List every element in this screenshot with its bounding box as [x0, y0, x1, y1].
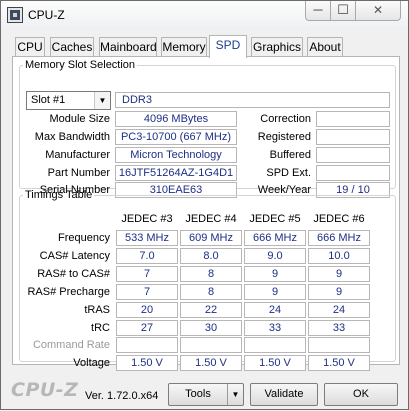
timing-cell: 1.50 V — [244, 355, 306, 372]
timing-cell: 609 MHz — [180, 230, 242, 246]
column-header-jedec-3: JEDEC #3 — [121, 213, 173, 225]
timing-row-label: tRAS — [84, 303, 110, 316]
timing-cell: 1.50 V — [116, 355, 178, 372]
timing-cell: 8 — [180, 265, 242, 282]
timing-cell: 7 — [116, 265, 178, 282]
timing-cell: 20 — [116, 301, 178, 318]
tab-spd[interactable]: SPD — [209, 35, 247, 58]
timing-row-label: tRC — [91, 321, 110, 334]
tools-button-label: Tools — [185, 388, 211, 400]
timing-cell: 33 — [308, 319, 370, 336]
timing-row-label: Command Rate — [32, 339, 110, 352]
max-bandwidth-label: Max Bandwidth — [34, 131, 110, 143]
timing-cell: 9 — [308, 265, 370, 282]
timing-cell: 9.0 — [244, 247, 306, 264]
timing-cell: 10.0 — [308, 247, 370, 264]
window-title: CPU-Z — [28, 8, 65, 22]
registered-field — [316, 129, 390, 145]
column-header-jedec-4: JEDEC #4 — [185, 213, 237, 225]
version-label: Ver. 1.72.0.x64 — [85, 390, 159, 402]
timing-cell: 1.50 V — [308, 355, 370, 372]
timing-cell: 8 — [180, 283, 242, 300]
max-bandwidth-field: PC3-10700 (667 MHz) — [115, 129, 237, 145]
part-number-label: Part Number — [47, 167, 110, 179]
timings-table-section: Timings Table JEDEC #3 JEDEC #4 JEDEC #5… — [19, 189, 396, 372]
buffered-field — [316, 147, 390, 163]
cpuz-app-icon[interactable] — [7, 7, 23, 23]
timing-cell: 1.50 V — [180, 355, 242, 372]
correction-label: Correction — [260, 113, 311, 125]
timing-cell: 27 — [116, 319, 178, 336]
timing-cell: 24 — [308, 301, 370, 318]
spd-ext-label: SPD Ext. — [266, 167, 311, 179]
timing-cell — [308, 337, 370, 354]
timing-cell: 30 — [180, 319, 242, 336]
column-header-jedec-6: JEDEC #6 — [313, 213, 365, 225]
timing-cell: 24 — [244, 301, 306, 318]
validate-button[interactable]: Validate — [250, 383, 318, 406]
buffered-label: Buffered — [269, 149, 311, 161]
timing-cell: 9 — [244, 283, 306, 300]
minimize-button[interactable]: ─ — [305, 1, 331, 21]
tab-memory[interactable]: Memory — [161, 37, 207, 57]
module-size-field: 4096 MBytes — [115, 111, 237, 127]
timing-cell: 9 — [308, 283, 370, 300]
ok-button[interactable]: OK — [324, 383, 398, 406]
timing-cell: 7 — [116, 283, 178, 300]
timing-cell: 8.0 — [180, 247, 242, 264]
chevron-down-icon[interactable]: ▼ — [94, 92, 110, 109]
correction-field — [316, 111, 390, 127]
spd-panel: Memory Slot Selection Slot #1 ▼ DDR3 Mod… — [12, 56, 400, 372]
tab-caches[interactable]: Caches — [50, 37, 94, 57]
cpuz-logo: CPU-Z — [11, 379, 79, 401]
manufacturer-field: Micron Technology — [115, 147, 237, 163]
tab-cpu[interactable]: CPU — [15, 37, 45, 57]
registered-label: Registered — [257, 131, 311, 143]
timing-cell: 666 MHz — [308, 230, 370, 246]
memory-slot-title: Memory Slot Selection — [25, 59, 136, 71]
timing-cell: 22 — [180, 301, 242, 318]
timings-table-title: Timings Table — [25, 189, 93, 201]
footer-bar: CPU-Z Ver. 1.72.0.x64 Tools ▼ Validate O… — [1, 373, 409, 411]
part-number-field: 16JTF51264AZ-1G4D1 — [115, 165, 237, 181]
close-button[interactable]: ✕ — [355, 1, 401, 21]
maximize-button[interactable]: ☐ — [330, 1, 356, 21]
tools-button[interactable]: Tools ▼ — [168, 383, 244, 406]
timing-cell — [116, 337, 178, 354]
timing-row-label: CAS# Latency — [39, 249, 110, 262]
memory-type-field: DDR3 — [115, 92, 390, 108]
timing-cell: 33 — [244, 319, 306, 336]
timing-cell: 7.0 — [116, 247, 178, 264]
spd-ext-field — [316, 165, 390, 181]
timing-cell: 533 MHz — [116, 230, 178, 246]
timing-row-label: RAS# Precharge — [27, 285, 110, 298]
timing-cell — [244, 337, 306, 354]
manufacturer-label: Manufacturer — [45, 149, 110, 161]
tools-dropdown-arrow-icon[interactable]: ▼ — [227, 384, 243, 405]
title-bar[interactable]: CPU-Z ─ ☐ ✕ — [1, 1, 408, 29]
timing-cell — [180, 337, 242, 354]
tab-mainboard[interactable]: Mainboard — [99, 37, 157, 57]
slot-select[interactable]: Slot #1 ▼ — [26, 91, 111, 110]
tab-graphics[interactable]: Graphics — [251, 37, 303, 57]
timing-cell: 9 — [244, 265, 306, 282]
timing-row-label: Frequency — [58, 232, 110, 244]
cpuz-window: CPU-Z ─ ☐ ✕ CPU Caches Mainboard Memory … — [0, 0, 409, 410]
memory-slot-section: Memory Slot Selection Slot #1 ▼ DDR3 Mod… — [19, 59, 396, 198]
module-size-label: Module Size — [49, 113, 110, 125]
slot-select-value: Slot #1 — [31, 94, 66, 106]
timing-row-label: RAS# to CAS# — [37, 267, 110, 280]
timing-row-label: Voltage — [73, 357, 110, 370]
timing-cell: 666 MHz — [244, 230, 306, 246]
tab-about[interactable]: About — [307, 37, 343, 57]
column-header-jedec-5: JEDEC #5 — [249, 213, 301, 225]
